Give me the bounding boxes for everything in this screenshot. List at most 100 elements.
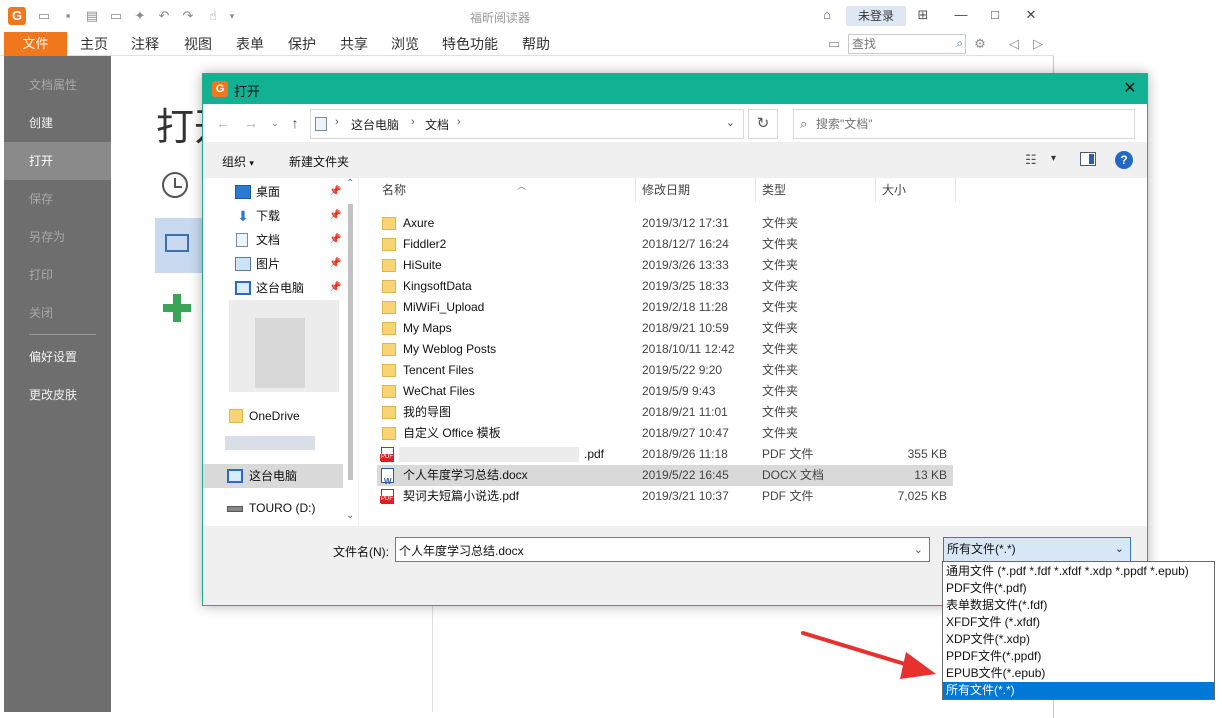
back-arrow-icon[interactable]: ← xyxy=(215,115,231,131)
file-row[interactable]: .pdf 2018/9/26 11:18 PDF 文件 355 KB xyxy=(377,444,953,465)
column-date[interactable]: 修改日期 xyxy=(636,178,756,202)
sidebar-item-save-as[interactable]: 另存为 xyxy=(4,218,111,256)
sidebar-item-skin[interactable]: 更改皮肤 xyxy=(4,376,111,414)
nav-item-documents[interactable]: 文档 📌 xyxy=(203,228,343,252)
preview-pane-icon[interactable] xyxy=(1080,152,1096,166)
app-search-input[interactable] xyxy=(849,35,945,53)
customize-dropdown-icon[interactable]: ▾ xyxy=(222,8,242,24)
nav-item-thispc-quick[interactable]: 这台电脑 📌 xyxy=(203,276,343,300)
nav-item-onedrive[interactable]: OneDrive xyxy=(203,404,343,428)
address-bar[interactable]: › 这台电脑 › 文档 › ⌄ xyxy=(310,109,744,139)
up-arrow-icon[interactable]: ↑ xyxy=(287,115,303,131)
shirt-skin-icon[interactable]: ⌂ xyxy=(818,6,836,24)
dialog-search-box[interactable]: ⌕ xyxy=(793,109,1135,139)
grid-icon[interactable]: ⊞ xyxy=(914,6,932,24)
app-search-box[interactable]: ⌕ xyxy=(848,34,966,54)
refresh-button[interactable]: ↻ xyxy=(748,109,778,139)
search-icon[interactable]: ⌕ xyxy=(956,36,963,51)
filename-combobox[interactable]: ⌄ xyxy=(395,537,930,562)
tab-help[interactable]: 帮助 xyxy=(522,32,550,56)
settings-gear-icon[interactable]: ⚙ xyxy=(972,36,988,52)
login-button[interactable]: 未登录 xyxy=(846,6,906,26)
tab-share[interactable]: 共享 xyxy=(340,32,368,56)
filetype-option[interactable]: XFDF文件 (*.xfdf) xyxy=(943,614,1214,631)
open-icon[interactable]: ▭ xyxy=(36,8,52,24)
nav-item-desktop[interactable]: 桌面 📌 xyxy=(203,180,343,204)
tab-protect[interactable]: 保护 xyxy=(288,32,316,56)
sidebar-item-preferences[interactable]: 偏好设置 xyxy=(4,338,111,376)
save-icon[interactable]: ▪ xyxy=(60,8,76,24)
sidebar-item-properties[interactable]: 文档属性 xyxy=(4,66,111,104)
filetype-option[interactable]: 通用文件 (*.pdf *.fdf *.xfdf *.xdp *.ppdf *.… xyxy=(943,563,1214,580)
sidebar-item-open[interactable]: 打开 xyxy=(4,142,111,180)
pin-icon[interactable]: 📌 xyxy=(329,204,341,228)
file-row[interactable]: WeChat Files 2019/5/9 9:43 文件夹 xyxy=(377,381,953,402)
breadcrumb-thispc[interactable]: 这台电脑 xyxy=(351,116,399,133)
dialog-close-icon[interactable]: ✕ xyxy=(1119,78,1141,100)
pin-icon[interactable]: 📌 xyxy=(329,180,341,204)
chevron-down-icon[interactable]: ⌄ xyxy=(914,543,923,556)
nav-item-pictures[interactable]: 图片 📌 xyxy=(203,252,343,276)
chevron-down-icon[interactable]: ⌄ xyxy=(726,116,735,129)
tab-comment[interactable]: 注释 xyxy=(131,32,159,56)
chevron-up-icon[interactable]: ⌃ xyxy=(346,178,354,189)
sidebar-item-close[interactable]: 关闭 xyxy=(4,294,111,332)
file-row[interactable]: Tencent Files 2019/5/22 9:20 文件夹 xyxy=(377,360,953,381)
scan-icon[interactable]: ▭ xyxy=(108,8,124,24)
nav-item-downloads[interactable]: ⬇ 下载 📌 xyxy=(203,204,343,228)
chevron-right-icon[interactable]: › xyxy=(335,116,339,128)
sidebar-item-create[interactable]: 创建 xyxy=(4,104,111,142)
help-icon[interactable]: ? xyxy=(1115,151,1133,169)
plus-icon[interactable] xyxy=(163,294,191,322)
file-row[interactable]: HiSuite 2019/3/26 13:33 文件夹 xyxy=(377,255,953,276)
next-icon[interactable]: ▷ xyxy=(1030,36,1046,52)
maximize-icon[interactable]: □ xyxy=(980,5,1010,25)
file-row[interactable]: 我的导图 2018/9/21 11:01 文件夹 xyxy=(377,402,953,423)
file-row[interactable]: My Weblog Posts 2018/10/11 12:42 文件夹 xyxy=(377,339,953,360)
file-row[interactable]: MiWiFi_Upload 2019/2/18 11:28 文件夹 xyxy=(377,297,953,318)
chevron-right-icon[interactable]: › xyxy=(411,116,415,128)
tab-features[interactable]: 特色功能 xyxy=(442,32,498,56)
filename-input[interactable] xyxy=(399,541,899,559)
file-row[interactable]: Fiddler2 2018/12/7 16:24 文件夹 xyxy=(377,234,953,255)
find-folder-icon[interactable]: ▭ xyxy=(826,36,842,52)
filetype-option[interactable]: 所有文件(*.*) xyxy=(943,682,1214,699)
sidebar-item-save[interactable]: 保存 xyxy=(4,180,111,218)
nav-item-drive-d[interactable]: TOURO (D:) xyxy=(203,496,343,520)
forward-arrow-icon[interactable]: → xyxy=(243,115,259,131)
clock-icon[interactable] xyxy=(162,172,188,198)
tab-browse[interactable]: 浏览 xyxy=(391,32,419,56)
organize-button[interactable]: 组织 ▾ xyxy=(222,153,254,170)
tab-view[interactable]: 视图 xyxy=(184,32,212,56)
column-name[interactable]: 名称 ︿ xyxy=(376,178,636,202)
tab-file[interactable]: 文件 xyxy=(4,32,67,56)
pin-icon[interactable]: 📌 xyxy=(329,228,341,252)
nav-item-thispc[interactable]: 这台电脑 xyxy=(203,464,343,488)
nav-scrollbar[interactable]: ⌃ ⌄ xyxy=(344,178,358,526)
filetype-select[interactable]: 所有文件(*.*) ⌄ xyxy=(943,537,1131,562)
file-row[interactable]: 自定义 Office 模板 2018/9/27 10:47 文件夹 xyxy=(377,423,953,444)
breadcrumb-documents[interactable]: 文档 xyxy=(425,116,449,133)
pin-icon[interactable]: 📌 xyxy=(329,276,341,300)
pin-icon[interactable]: 📌 xyxy=(329,252,341,276)
redo-icon[interactable]: ↷ xyxy=(180,8,196,24)
sidebar-item-print[interactable]: 打印 xyxy=(4,256,111,294)
chevron-down-icon[interactable]: ⌄ xyxy=(346,510,354,521)
tab-form[interactable]: 表单 xyxy=(236,32,264,56)
new-folder-button[interactable]: 新建文件夹 xyxy=(289,153,349,170)
close-icon[interactable]: ✕ xyxy=(1016,5,1046,25)
prev-icon[interactable]: ◁ xyxy=(1006,36,1022,52)
column-type[interactable]: 类型 xyxy=(756,178,876,202)
filetype-option[interactable]: XDP文件(*.xdp) xyxy=(943,631,1214,648)
file-row[interactable]: Axure 2019/3/12 17:31 文件夹 xyxy=(377,213,953,234)
filetype-option[interactable]: PDF文件(*.pdf) xyxy=(943,580,1214,597)
scroll-thumb[interactable] xyxy=(348,204,353,480)
computer-tile[interactable] xyxy=(155,218,205,273)
dialog-search-input[interactable] xyxy=(816,115,1116,133)
chevron-down-icon[interactable]: ▾ xyxy=(1051,153,1056,164)
file-row[interactable]: 个人年度学习总结.docx 2019/5/22 16:45 DOCX 文档 13 KB xyxy=(377,465,953,492)
column-size[interactable]: 大小 xyxy=(876,178,956,202)
hand-tool-icon[interactable]: ☝ xyxy=(205,8,221,24)
print-icon[interactable]: ▤ xyxy=(84,8,100,24)
filetype-option[interactable]: 表单数据文件(*.fdf) xyxy=(943,597,1214,614)
